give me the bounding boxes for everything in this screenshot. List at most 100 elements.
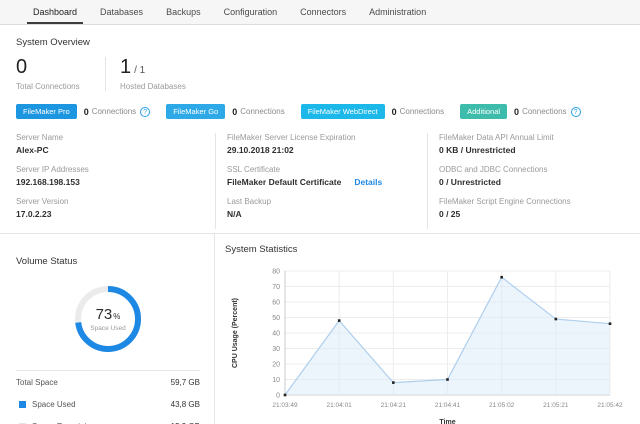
overview-stats: 0 Total Connections 1/ 1 Hosted Database… bbox=[16, 57, 624, 91]
tab-backups[interactable]: Backups bbox=[158, 0, 209, 24]
cpu-usage-chart: 0102030405060708021:03:4921:04:0121:04:2… bbox=[225, 263, 630, 424]
tab-connectors[interactable]: Connectors bbox=[292, 0, 354, 24]
server-ip-value: 192.168.198.153 bbox=[16, 177, 215, 187]
last-backup-value: N/A bbox=[227, 209, 427, 219]
svg-text:50: 50 bbox=[272, 315, 280, 322]
license-expiration: FileMaker Server License Expiration 29.1… bbox=[227, 133, 427, 155]
server-info-col-2: FileMaker Server License Expiration 29.1… bbox=[215, 133, 427, 229]
percent-sign: % bbox=[113, 312, 120, 321]
ssl-details-link[interactable]: Details bbox=[354, 177, 382, 187]
hosted-databases-label: Hosted Databases bbox=[120, 82, 194, 91]
filemaker-go-badge: FileMaker Go bbox=[166, 104, 225, 119]
donut-center-text: 73% Space Used bbox=[72, 283, 144, 355]
total-space-label: Total Space bbox=[16, 378, 58, 387]
odbc-jdbc-value: 0 / Unrestricted bbox=[439, 177, 624, 187]
svg-text:10: 10 bbox=[272, 377, 280, 384]
client-filemaker-webdirect: FileMaker WebDirect 0 Connections bbox=[301, 104, 444, 119]
svg-text:40: 40 bbox=[272, 331, 280, 338]
space-used-value: 43,8 GB bbox=[171, 400, 200, 409]
last-backup-label: Last Backup bbox=[227, 197, 427, 206]
tab-configuration[interactable]: Configuration bbox=[216, 0, 286, 24]
space-used-caption: Space Used bbox=[90, 325, 125, 332]
license-expiration-value: 29.10.2018 21:02 bbox=[227, 145, 427, 155]
bottom-panels: Volume Status 73% Space Used Total Space… bbox=[0, 233, 640, 424]
client-filemaker-go: FileMaker Go 0 Connections bbox=[166, 104, 285, 119]
space-used-swatch bbox=[19, 401, 26, 408]
svg-text:30: 30 bbox=[272, 346, 280, 353]
filemaker-webdirect-count: 0 bbox=[392, 107, 397, 117]
data-api-limit-label: FileMaker Data API Annual Limit bbox=[439, 133, 624, 142]
svg-text:70: 70 bbox=[272, 284, 280, 291]
server-version-value: 17.0.2.23 bbox=[16, 209, 215, 219]
script-engine-label: FileMaker Script Engine Connections bbox=[439, 197, 624, 206]
top-navigation: Dashboard Databases Backups Configuratio… bbox=[0, 0, 640, 25]
space-used-donut: 73% Space Used bbox=[72, 283, 144, 355]
server-info-grid: Server Name Alex-PC Server IP Addresses … bbox=[16, 133, 624, 233]
space-used-label: Space Used bbox=[32, 400, 76, 409]
license-expiration-label: FileMaker Server License Expiration bbox=[227, 133, 427, 142]
odbc-jdbc-label: ODBC and JDBC Connections bbox=[439, 165, 624, 174]
server-name: Server Name Alex-PC bbox=[16, 133, 215, 155]
system-statistics-panel: System Statistics 0 10 20 30 40 50 60 70 80 21:03… bbox=[215, 234, 640, 424]
odbc-jdbc-connections: ODBC and JDBC Connections 0 / Unrestrict… bbox=[439, 165, 624, 187]
filemaker-go-count: 0 bbox=[232, 107, 237, 117]
additional-connections-label: Connections bbox=[522, 107, 566, 116]
hosted-databases-count: 1 bbox=[120, 56, 131, 78]
section-title-system-overview: System Overview bbox=[16, 37, 624, 48]
stat-hosted-databases: 1/ 1 Hosted Databases bbox=[105, 57, 194, 91]
svg-text:20: 20 bbox=[272, 362, 280, 369]
hosted-databases-total: / 1 bbox=[134, 65, 145, 76]
tab-databases[interactable]: Databases bbox=[92, 0, 151, 24]
svg-text:0: 0 bbox=[276, 393, 280, 400]
section-title-volume-status: Volume Status bbox=[16, 256, 200, 267]
server-ip-addresses: Server IP Addresses 192.168.198.153 bbox=[16, 165, 215, 187]
total-connections-value: 0 bbox=[16, 57, 105, 78]
filemaker-pro-badge: FileMaker Pro bbox=[16, 104, 77, 119]
svg-text:60: 60 bbox=[272, 300, 280, 307]
data-api-limit-value: 0 KB / Unrestricted bbox=[439, 145, 624, 155]
script-engine-value: 0 / 25 bbox=[439, 209, 624, 219]
server-version-label: Server Version bbox=[16, 197, 215, 206]
client-additional: Additional 0 Connections ? bbox=[460, 104, 580, 119]
hosted-databases-value: 1/ 1 bbox=[120, 57, 194, 78]
server-ip-label: Server IP Addresses bbox=[16, 165, 215, 174]
svg-text:21:05:02: 21:05:02 bbox=[489, 402, 515, 409]
ssl-certificate-value: FileMaker Default Certificate Details bbox=[227, 177, 427, 187]
svg-text:21:05:21: 21:05:21 bbox=[543, 402, 569, 409]
svg-text:80: 80 bbox=[272, 269, 280, 276]
svg-text:21:03:49: 21:03:49 bbox=[272, 402, 298, 409]
total-space-value: 59,7 GB bbox=[171, 378, 200, 387]
additional-count: 0 bbox=[514, 107, 519, 117]
filemaker-webdirect-badge: FileMaker WebDirect bbox=[301, 104, 385, 119]
filemaker-pro-count: 0 bbox=[84, 107, 89, 117]
additional-badge: Additional bbox=[460, 104, 507, 119]
server-version: Server Version 17.0.2.23 bbox=[16, 197, 215, 219]
svg-text:21:04:21: 21:04:21 bbox=[381, 402, 407, 409]
total-connections-label: Total Connections bbox=[16, 82, 105, 91]
ssl-certificate-name: FileMaker Default Certificate bbox=[227, 177, 341, 187]
server-info-col-3: FileMaker Data API Annual Limit 0 KB / U… bbox=[427, 133, 624, 229]
svg-text:CPU Usage (Percent): CPU Usage (Percent) bbox=[232, 298, 239, 368]
legend-total-space: Total Space 59,7 GB bbox=[16, 371, 200, 393]
help-icon[interactable]: ? bbox=[140, 107, 150, 117]
client-connections-row: FileMaker Pro 0 Connections ? FileMaker … bbox=[16, 104, 624, 119]
system-overview-section: System Overview 0 Total Connections 1/ 1… bbox=[0, 37, 640, 233]
volume-status-panel: Volume Status 73% Space Used Total Space… bbox=[0, 234, 215, 424]
volume-legend: Total Space 59,7 GB Space Used 43,8 GB S… bbox=[16, 370, 200, 424]
ssl-certificate-label: SSL Certificate bbox=[227, 165, 427, 174]
last-backup: Last Backup N/A bbox=[227, 197, 427, 219]
svg-text:21:04:41: 21:04:41 bbox=[435, 402, 461, 409]
server-info-col-1: Server Name Alex-PC Server IP Addresses … bbox=[16, 133, 215, 229]
server-name-value: Alex-PC bbox=[16, 145, 215, 155]
client-filemaker-pro: FileMaker Pro 0 Connections ? bbox=[16, 104, 150, 119]
percent-number: 73 bbox=[96, 306, 113, 323]
server-name-label: Server Name bbox=[16, 133, 215, 142]
help-icon[interactable]: ? bbox=[571, 107, 581, 117]
filemaker-webdirect-connections-label: Connections bbox=[400, 107, 444, 116]
tab-administration[interactable]: Administration bbox=[361, 0, 434, 24]
tab-dashboard[interactable]: Dashboard bbox=[25, 0, 85, 24]
filemaker-pro-connections-label: Connections bbox=[92, 107, 136, 116]
script-engine-connections: FileMaker Script Engine Connections 0 / … bbox=[439, 197, 624, 219]
section-title-system-statistics: System Statistics bbox=[225, 244, 640, 255]
filemaker-go-connections-label: Connections bbox=[240, 107, 284, 116]
